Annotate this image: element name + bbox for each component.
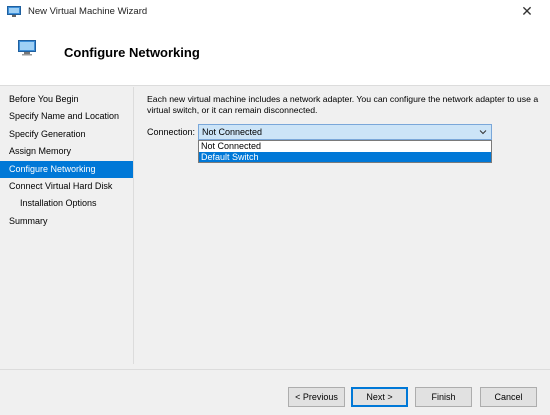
close-button[interactable]: ✕ <box>504 0 550 22</box>
connection-dropdown-list: Not Connected Default Switch <box>198 140 492 163</box>
next-button[interactable]: Next > <box>351 387 408 407</box>
previous-button[interactable]: < Previous <box>288 387 345 407</box>
page-title: Configure Networking <box>64 45 200 60</box>
connection-select[interactable]: Not Connected <box>198 124 492 140</box>
wizard-steps-sidebar: Before You Begin Specify Name and Locati… <box>0 87 134 364</box>
virtual-machine-icon <box>18 40 36 56</box>
wizard-header: Configure Networking <box>0 22 550 86</box>
window-title: New Virtual Machine Wizard <box>28 5 148 17</box>
description-text: Each new virtual machine includes a netw… <box>147 94 539 115</box>
sidebar-item-before-you-begin[interactable]: Before You Begin <box>0 91 133 108</box>
close-icon: ✕ <box>521 2 533 19</box>
title-bar: New Virtual Machine Wizard ✕ <box>0 0 550 22</box>
sidebar-item-configure-networking[interactable]: Configure Networking <box>0 160 133 178</box>
option-default-switch[interactable]: Default Switch <box>199 151 491 162</box>
main-content: Each new virtual machine includes a netw… <box>147 94 539 163</box>
sidebar-item-specify-generation[interactable]: Specify Generation <box>0 126 133 143</box>
sidebar-item-assign-memory[interactable]: Assign Memory <box>0 143 133 160</box>
finish-button[interactable]: Finish <box>415 387 472 407</box>
connection-label: Connection: <box>147 127 196 137</box>
sidebar-item-installation-options[interactable]: Installation Options <box>0 195 133 212</box>
sidebar-item-specify-name-and-location[interactable]: Specify Name and Location <box>0 108 133 125</box>
sidebar-item-summary[interactable]: Summary <box>0 213 133 230</box>
connection-selected-value: Not Connected <box>202 127 263 137</box>
cancel-button[interactable]: Cancel <box>480 387 537 407</box>
chevron-down-icon <box>479 128 487 136</box>
connection-row: Connection: Not Connected <box>147 124 492 140</box>
sidebar-item-connect-virtual-hard-disk[interactable]: Connect Virtual Hard Disk <box>0 178 133 195</box>
option-not-connected[interactable]: Not Connected <box>199 141 491 152</box>
virtual-machine-icon <box>7 5 21 17</box>
wizard-footer: < Previous Next > Finish Cancel <box>0 369 550 415</box>
